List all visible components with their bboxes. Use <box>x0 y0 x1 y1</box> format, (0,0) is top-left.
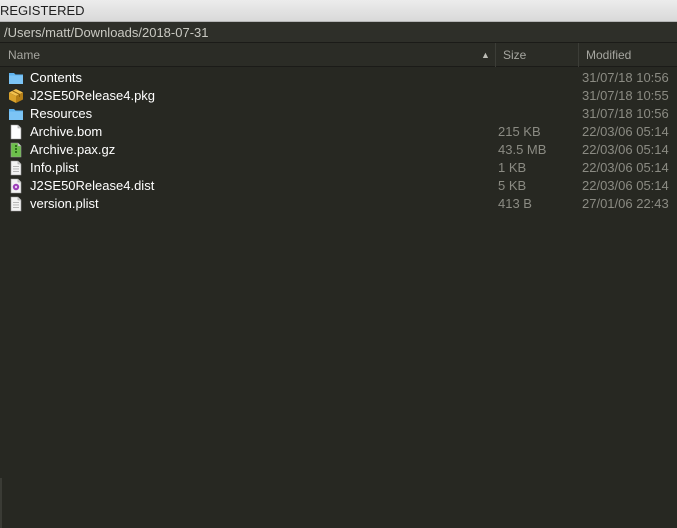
current-path: /Users/matt/Downloads/2018-07-31 <box>4 25 209 40</box>
file-row[interactable]: J2SE50Release4.dist 5 KB 22/03/06 05:14 <box>0 177 677 195</box>
file-row[interactable]: version.plist 413 B 27/01/06 22:43 <box>0 195 677 213</box>
file-modified: 22/03/06 05:14 <box>582 124 669 139</box>
file-size: 43.5 MB <box>498 142 547 157</box>
column-header: Name ▲ Size Modified <box>0 43 677 67</box>
file-name: Info.plist <box>30 160 79 175</box>
file-modified: 31/07/18 10:56 <box>582 70 669 85</box>
file-name: Archive.bom <box>30 124 103 139</box>
plist-icon <box>8 196 24 212</box>
sort-ascending-icon: ▲ <box>481 50 490 60</box>
column-header-size-label: Size <box>503 48 527 62</box>
file-size: 1 KB <box>498 160 527 175</box>
file-size: 215 KB <box>498 124 541 139</box>
file-row[interactable]: J2SE50Release4.pkg 31/07/18 10:55 <box>0 87 677 105</box>
file-modified: 31/07/18 10:55 <box>582 88 669 103</box>
column-header-modified[interactable]: Modified <box>578 43 677 67</box>
file-name: Contents <box>30 70 83 85</box>
file-modified: 31/07/18 10:56 <box>582 106 669 121</box>
window-title: REGISTERED <box>0 3 85 18</box>
file-list: Contents 31/07/18 10:56 J2SE50Release4.pk… <box>0 69 677 213</box>
file-row[interactable]: Resources 31/07/18 10:56 <box>0 105 677 123</box>
file-row[interactable]: Archive.pax.gz 43.5 MB 22/03/06 05:14 <box>0 141 677 159</box>
file-modified: 27/01/06 22:43 <box>582 196 669 211</box>
file-name: J2SE50Release4.pkg <box>30 88 156 103</box>
column-header-modified-label: Modified <box>586 48 632 62</box>
path-bar[interactable]: /Users/matt/Downloads/2018-07-31 <box>0 22 677 43</box>
package-icon <box>8 88 24 104</box>
file-size: 413 B <box>498 196 532 211</box>
folder-icon <box>8 106 24 122</box>
dist-icon <box>8 178 24 194</box>
file-modified: 22/03/06 05:14 <box>582 178 669 193</box>
file-name: version.plist <box>30 196 99 211</box>
column-header-size[interactable]: Size <box>495 43 578 67</box>
folder-icon <box>8 70 24 86</box>
file-name: Resources <box>30 106 93 121</box>
file-row[interactable]: Info.plist 1 KB 22/03/06 05:14 <box>0 159 677 177</box>
file-modified: 22/03/06 05:14 <box>582 160 669 175</box>
column-header-name-label: Name <box>8 48 41 62</box>
column-header-name[interactable]: Name <box>0 43 495 67</box>
file-size: 5 KB <box>498 178 527 193</box>
file-name: Archive.pax.gz <box>30 142 116 157</box>
archive-icon <box>8 142 24 158</box>
window-titlebar[interactable]: REGISTERED <box>0 0 677 22</box>
file-row[interactable]: Contents 31/07/18 10:56 <box>0 69 677 87</box>
document-icon <box>8 124 24 140</box>
file-row[interactable]: Archive.bom 215 KB 22/03/06 05:14 <box>0 123 677 141</box>
plist-icon <box>8 160 24 176</box>
file-name: J2SE50Release4.dist <box>30 178 155 193</box>
file-modified: 22/03/06 05:14 <box>582 142 669 157</box>
resize-edge[interactable] <box>0 478 2 528</box>
